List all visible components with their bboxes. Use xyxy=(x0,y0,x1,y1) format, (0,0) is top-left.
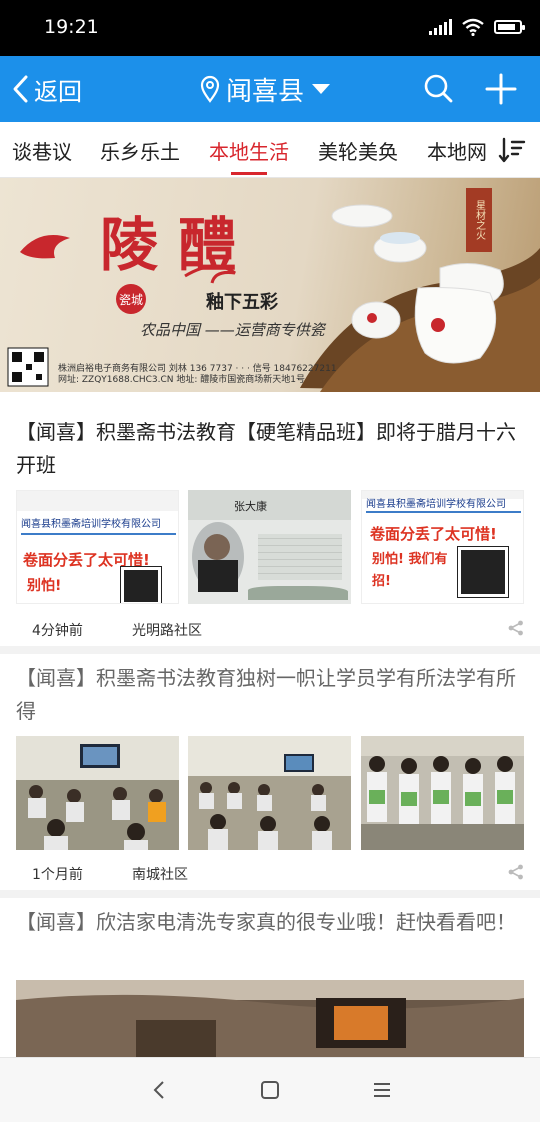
location-pin-icon xyxy=(200,75,220,103)
banner-artwork xyxy=(7,204,540,392)
category-tab-bar: 谈巷议 乐乡乐土 本地生活 美轮美奂 本地网 xyxy=(0,122,540,178)
thumbnail-caption: 张大康 xyxy=(234,500,267,513)
thumbnail[interactable]: 闻喜县积墨斋培训学校有限公司 卷面分丢了太可惜! 别怕! xyxy=(16,490,179,604)
nav-back-icon[interactable] xyxy=(148,1078,172,1102)
thumbnail[interactable] xyxy=(361,736,524,850)
thumbnail[interactable]: 张大康 xyxy=(188,490,351,604)
tab-meilunmeihuan[interactable]: 美轮美奂 xyxy=(318,136,398,165)
back-label: 返回 xyxy=(34,77,82,106)
feed-item[interactable]: 【闻喜】积墨斋书法教育【硬笔精品班】即将于腊月十六开班 闻喜县积墨斋培训学校有限… xyxy=(0,400,540,646)
banner-ad[interactable]: 陵 醴 瓷城 釉下五彩 农品中国 ——运营商专供瓷 星材之火 株洲启裕电子商务有… xyxy=(0,178,540,392)
banner-footer-line1: 株洲启裕电子商务有限公司 刘林 136 7737 · · · 信号 184762… xyxy=(58,364,337,374)
add-icon[interactable] xyxy=(484,72,518,106)
tab-tanxiangyi[interactable]: 谈巷议 xyxy=(12,136,72,165)
feed-item[interactable]: 【闻喜】欣洁家电清洗专家真的很专业哦！赶快看看吧！ xyxy=(0,898,540,1057)
nav-bar: 返回 闻喜县 xyxy=(0,56,540,122)
banner-title: 陵 醴 xyxy=(100,211,237,279)
feed-item-title[interactable]: 【闻喜】积墨斋书法教育独树一帜让学员学有所法学有所得 xyxy=(16,662,524,728)
battery-icon xyxy=(494,20,525,34)
video-thumbnail[interactable] xyxy=(16,980,524,1057)
banner-tag: 星材之火 xyxy=(466,188,492,252)
location-label: 闻喜县 xyxy=(226,76,305,107)
thumbnail-caption: 闻喜县积墨斋培训学校有限公司 xyxy=(21,519,161,530)
active-tab-indicator xyxy=(231,172,267,175)
thumbnail-photo xyxy=(188,736,351,850)
banner-badge: 瓷城 xyxy=(116,284,146,314)
feed-item-time: 1个月前 xyxy=(32,867,83,883)
cell-signal-icon xyxy=(429,19,452,35)
feed-item-location[interactable]: 南城社区 xyxy=(132,864,188,884)
wifi-icon xyxy=(462,18,484,36)
chevron-left-icon xyxy=(13,75,28,103)
feed-item-time: 4分钟前 xyxy=(32,623,83,639)
feed-item-location[interactable]: 光明路社区 xyxy=(132,620,202,640)
banner-footer-line2: 网址: ZZQY1688.CHC3.CN 地址: 醴陵市国瓷商场新天地1号 xyxy=(58,375,305,385)
share-icon[interactable] xyxy=(508,864,524,880)
banner-slogan: 农品中国 ——运营商专供瓷 xyxy=(140,321,325,339)
feed-divider xyxy=(0,890,540,898)
search-icon[interactable] xyxy=(422,72,456,106)
feed-divider xyxy=(0,646,540,654)
back-button[interactable]: 返回 xyxy=(12,70,82,108)
thumbnail-photo xyxy=(361,736,524,850)
video-thumbnail-photo xyxy=(16,980,524,1057)
banner-footer: 株洲启裕电子商务有限公司 刘林 136 7737 · · · 信号 184762… xyxy=(58,364,337,386)
status-bar: 19:21 xyxy=(0,0,540,56)
tab-bendishenghuo[interactable]: 本地生活 xyxy=(209,136,289,165)
tab-lexiangletu[interactable]: 乐乡乐土 xyxy=(100,136,180,165)
tab-bendiwang[interactable]: 本地网 xyxy=(427,136,487,165)
dropdown-caret-icon xyxy=(312,84,331,94)
sort-icon[interactable] xyxy=(498,136,526,164)
feed-item-title[interactable]: 【闻喜】积墨斋书法教育【硬笔精品班】即将于腊月十六开班 xyxy=(16,416,524,482)
location-selector[interactable]: 闻喜县 xyxy=(200,68,331,110)
feed-item-thumbnails: 闻喜县积墨斋培训学校有限公司 卷面分丢了太可惜! 别怕! 张大康 闻喜县积墨斋培… xyxy=(16,490,524,604)
nav-home-icon[interactable] xyxy=(258,1078,282,1102)
thumbnail-photo xyxy=(16,736,179,850)
system-navigation-bar xyxy=(0,1057,540,1122)
thumbnail[interactable] xyxy=(188,736,351,850)
status-time: 19:21 xyxy=(44,16,99,38)
thumbnail[interactable]: 闻喜县积墨斋培训学校有限公司 卷面分丢了太可惜! 别怕! 我们有招! xyxy=(361,490,524,604)
feed-item-thumbnails xyxy=(16,736,524,850)
thumbnail-caption: 别怕! xyxy=(27,578,62,594)
feed-item[interactable]: 【闻喜】积墨斋书法教育独树一帜让学员学有所法学有所得 1个月前 南城社区 xyxy=(0,654,540,890)
banner-subtitle: 釉下五彩 xyxy=(206,292,278,313)
thumbnail-caption: 别怕! 我们有招! xyxy=(372,552,448,589)
share-icon[interactable] xyxy=(508,620,524,636)
thumbnail-caption: 卷面分丢了太可惜! xyxy=(370,525,497,543)
feed-item-title[interactable]: 【闻喜】欣洁家电清洗专家真的很专业哦！赶快看看吧！ xyxy=(16,906,524,939)
thumbnail[interactable] xyxy=(16,736,179,850)
status-icons xyxy=(429,18,525,36)
thumbnail-caption: 闻喜县积墨斋培训学校有限公司 xyxy=(366,499,506,510)
battery-fill xyxy=(498,24,515,30)
nav-menu-icon[interactable] xyxy=(370,1078,394,1102)
